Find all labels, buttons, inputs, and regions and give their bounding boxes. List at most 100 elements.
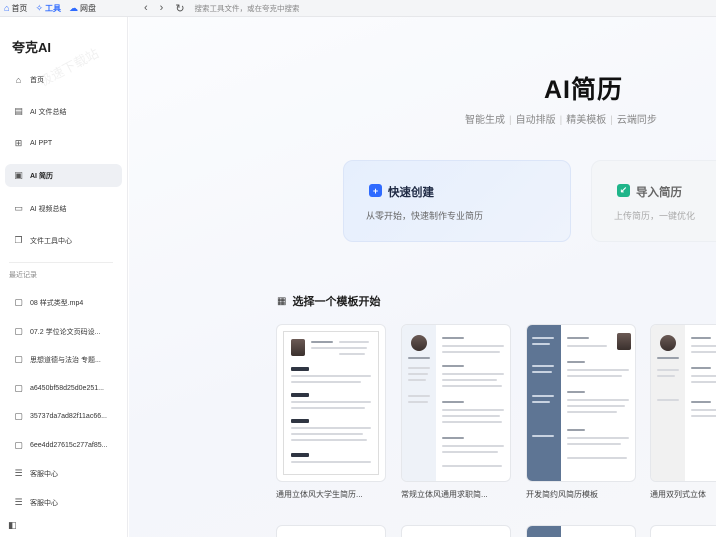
address-bar[interactable]: 搜索工具文件，或在夸克中搜索 (195, 3, 300, 14)
recent-item[interactable]: ▢ 6ee4dd27615c277af85... (5, 434, 122, 457)
add-icon: + (369, 184, 382, 197)
recent-label: 最近记录 (9, 272, 37, 279)
recent-item-label: 08 样式类型.mp4 (30, 299, 84, 307)
quick-create-title: 快速创建 (388, 187, 434, 199)
feature-item: 精美模板 (566, 115, 607, 126)
sidebar-item-ai-resume[interactable]: ▣ AI 简历 (5, 164, 122, 187)
sidebar-item-ai-video-summary[interactable]: ▭ AI 视频总结 (5, 197, 122, 220)
sidebar-item-home[interactable]: ⌂ 首页 (5, 68, 122, 91)
preview-section-bar (291, 453, 309, 457)
tab-home[interactable]: ⌂ 首页 (0, 0, 31, 17)
template-label[interactable]: 通用立体风大学生简历... (276, 489, 394, 500)
recent-item[interactable]: ▢ 08 样式类型.mp4 (5, 291, 122, 314)
import-resume-card[interactable]: ↙ 导入简历 上传简历，一键优化 (591, 160, 716, 242)
sidebar-item-service[interactable]: ☰ 客服中心 (5, 491, 122, 514)
template-card[interactable] (276, 324, 386, 482)
sparkle-icon: ✧ (35, 2, 43, 13)
tab-tools-label: 工具 (44, 3, 61, 13)
sidebar-item-ai-file-summary[interactable]: ▤ AI 文件总结 (5, 100, 122, 123)
preview-line (532, 395, 554, 397)
preview-line (691, 337, 711, 339)
preview-line (567, 337, 589, 339)
template-card[interactable] (526, 324, 636, 482)
refresh-icon[interactable]: ↻ (175, 2, 184, 15)
resume-photo (291, 339, 305, 356)
template-card[interactable] (401, 324, 511, 482)
preview-line (291, 375, 371, 377)
sidebar-item-ai-ppt[interactable]: ⊞ AI PPT (5, 132, 122, 155)
recent-item-label: 35737da7ad82f11ac66... (30, 413, 107, 420)
preview-line (291, 439, 367, 441)
import-resume-desc: 上传简历，一键优化 (614, 211, 696, 221)
recent-item[interactable]: ▢ 思想道德与法治 专题... (5, 348, 122, 371)
feature-list: 智能生成 | 自动排版 | 精美模板 | 云端同步 (465, 111, 657, 126)
recent-item[interactable]: ▢ a6450bf58d25d0e251... (5, 377, 122, 400)
sidebar-item-service[interactable]: ☰ 客服中心 (5, 462, 122, 485)
sidebar-item-label: AI 文件总结 (30, 108, 67, 116)
preview-line (567, 411, 617, 413)
preview-line (691, 375, 716, 377)
preview-line (442, 437, 464, 439)
template-label[interactable]: 常规立体风通用求职简... (401, 489, 519, 500)
preview-line (442, 365, 464, 367)
preview-line (408, 357, 430, 359)
template-card[interactable] (401, 525, 511, 537)
preview-line (442, 445, 504, 447)
feature-item: 云端同步 (616, 115, 657, 126)
template-card[interactable] (276, 525, 386, 537)
main-content: AI简历 智能生成 | 自动排版 | 精美模板 | 云端同步 + 快速创建 从零开始，快速制… (129, 17, 716, 537)
preview-line (311, 341, 333, 343)
preview-line (291, 433, 363, 435)
preview-line (442, 409, 504, 411)
sidebar-item-label: 首页 (30, 76, 44, 84)
sidebar-item-label: AI 视频总结 (30, 205, 67, 213)
tab-cloud-label: 网盘 (79, 3, 96, 13)
recent-item[interactable]: ▢ 35737da7ad82f11ac66... (5, 405, 122, 428)
quick-create-card[interactable]: + 快速创建 从零开始，快速制作专业简历 (343, 160, 571, 242)
preview-line (408, 373, 428, 375)
sidebar-item-label: 客服中心 (30, 470, 58, 478)
separator: | (559, 115, 563, 126)
home-icon: ⌂ (4, 3, 10, 13)
preview-section-bar (291, 393, 309, 397)
sidebar-item-file-tools[interactable]: ❐ 文件工具中心 (5, 229, 122, 252)
preview-line (442, 421, 502, 423)
preview-line (408, 379, 426, 381)
preview-line (408, 395, 430, 397)
preview-line (442, 401, 464, 403)
top-bar: ⌂ 首页 ✧ 工具 ☁ 网盘 ‹ › ↻ 搜索工具文件，或在夸克中搜索 (0, 0, 716, 17)
template-card[interactable] (650, 324, 716, 482)
template-label[interactable]: 开发简约风简历模板 (526, 489, 644, 500)
preview-line (532, 401, 550, 403)
template-card[interactable] (650, 525, 716, 537)
forward-icon[interactable]: › (160, 2, 164, 14)
tab-cloud[interactable]: ☁ 网盘 (65, 0, 100, 17)
template-card[interactable] (526, 525, 636, 537)
service-icon: ☰ (14, 468, 23, 478)
file-icon: ▢ (14, 383, 23, 393)
sidebar-item-label: 文件工具中心 (30, 237, 72, 245)
home-icon: ⌂ (15, 74, 22, 85)
preview-line (442, 373, 504, 375)
preview-line (691, 367, 711, 369)
preview-line (532, 371, 552, 373)
file-icon: ▢ (14, 297, 23, 307)
feature-item: 自动排版 (515, 115, 556, 126)
preview-line (291, 461, 371, 463)
template-label[interactable]: 通用双列式立体 (650, 489, 716, 500)
video-summary-icon: ▭ (14, 203, 23, 213)
collapse-sidebar-icon[interactable]: ◧ (8, 520, 17, 531)
templates-heading-text: 选择一个模板开始 (292, 296, 381, 308)
recent-item-label: 07.2 学位论文页码设... (30, 328, 101, 336)
tab-tools[interactable]: ✧ 工具 (31, 0, 65, 17)
preview-line (657, 399, 679, 401)
back-icon[interactable]: ‹ (144, 2, 148, 14)
preview-line (691, 409, 716, 411)
recent-item[interactable]: ▢ 07.2 学位论文页码设... (5, 320, 122, 343)
preview-line (532, 435, 554, 437)
resume-photo (617, 333, 631, 350)
import-icon: ↙ (617, 184, 630, 197)
preview-section-bar (291, 419, 309, 423)
recent-item-label: 6ee4dd27615c277af85... (30, 442, 108, 449)
file-icon: ▢ (14, 354, 23, 364)
